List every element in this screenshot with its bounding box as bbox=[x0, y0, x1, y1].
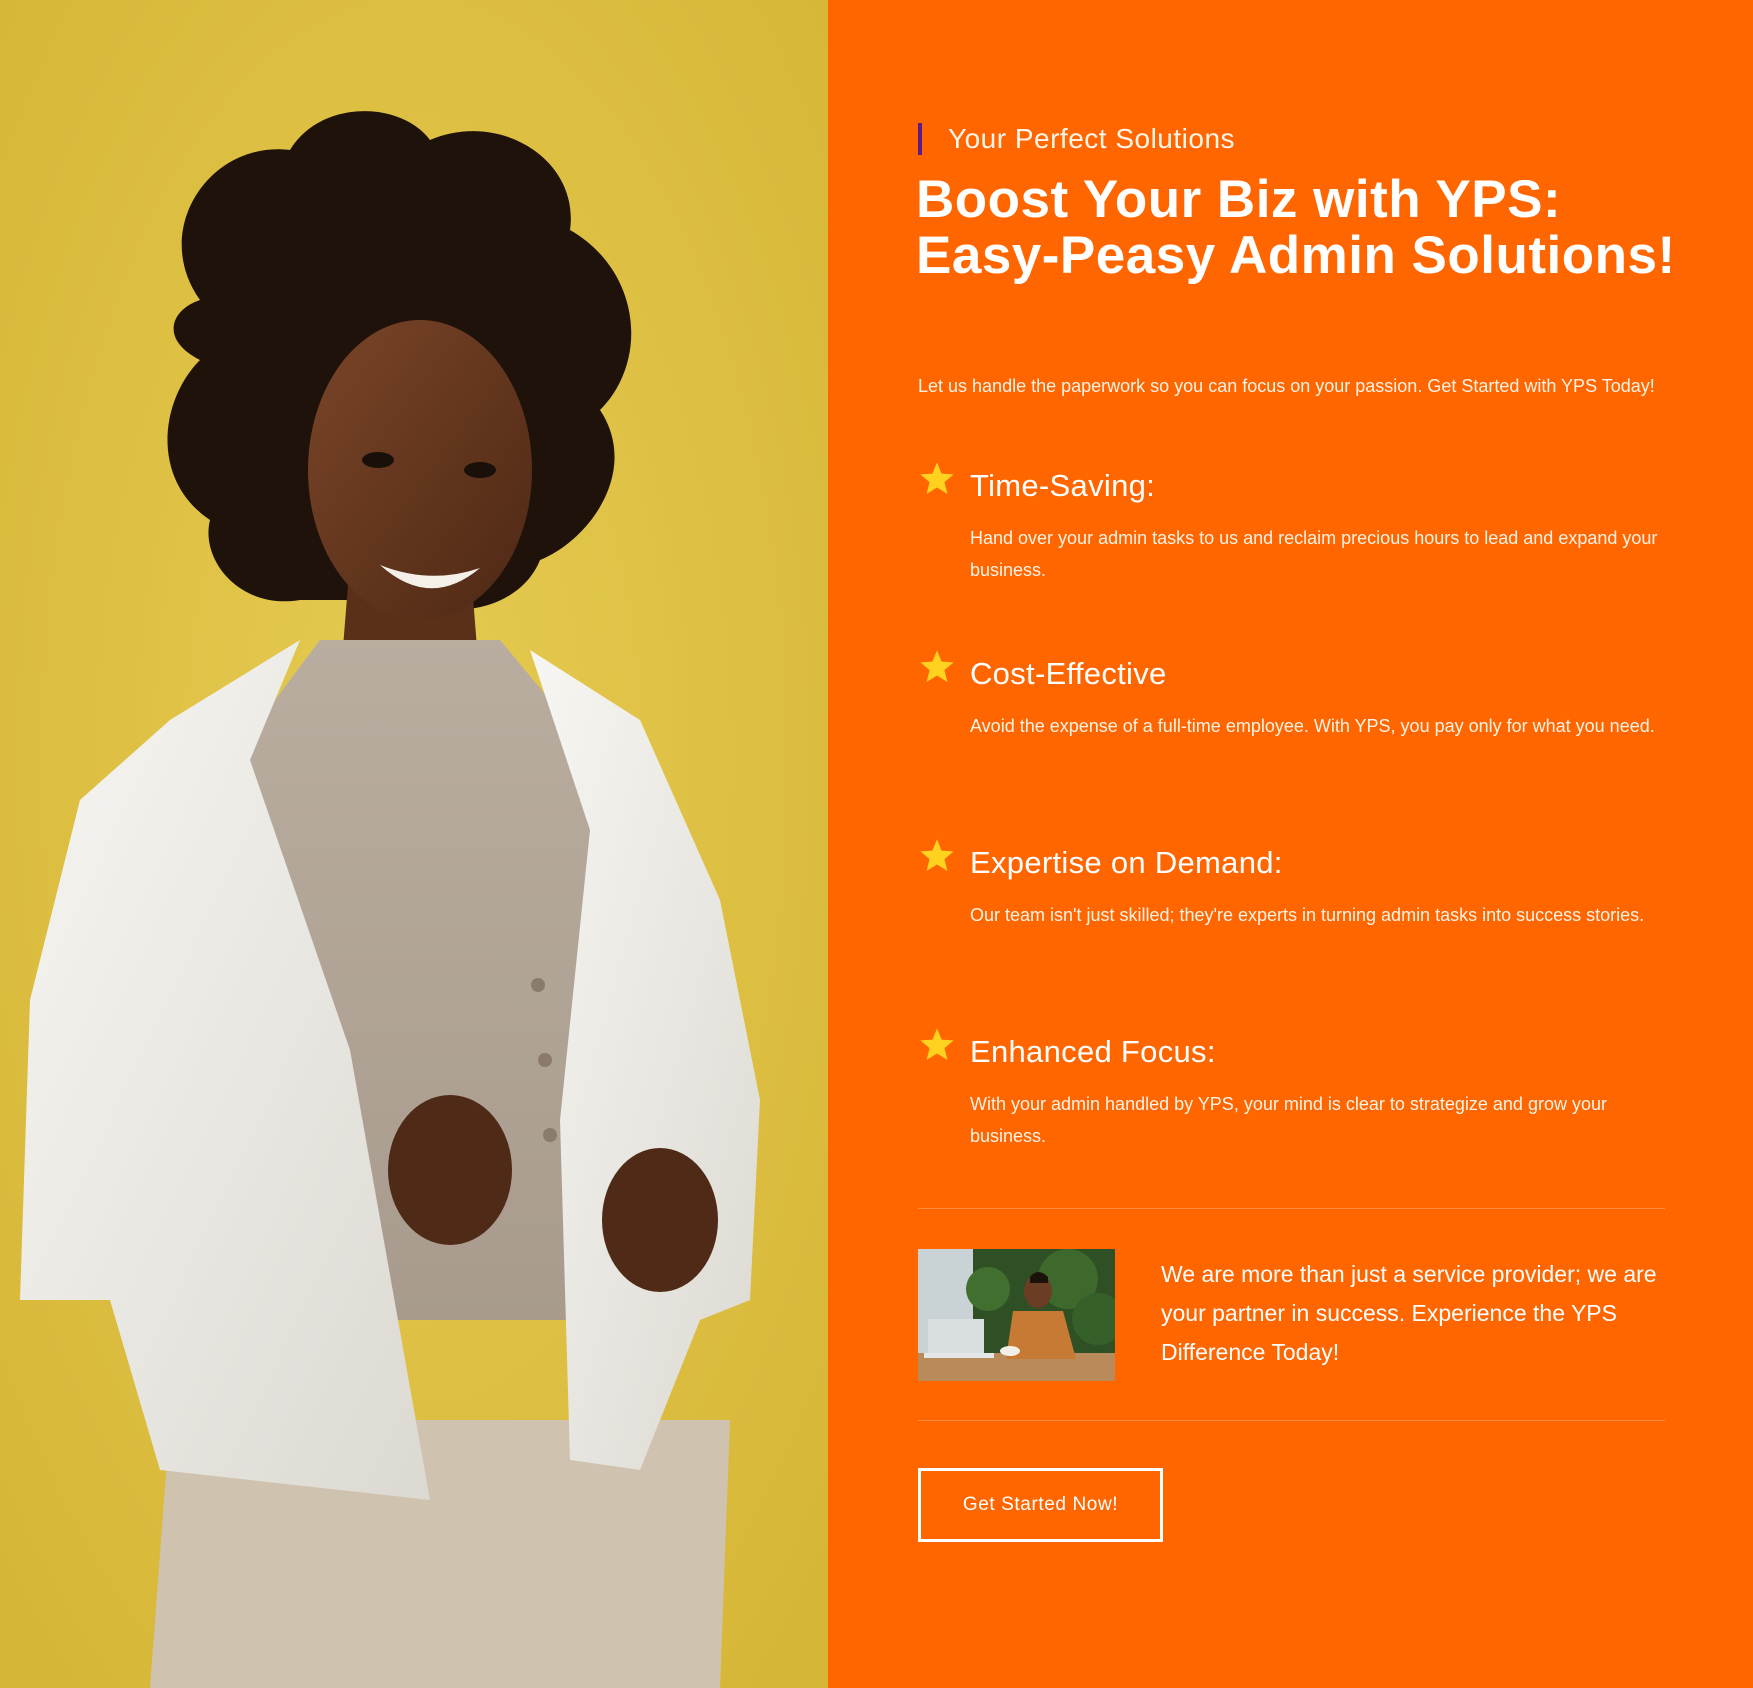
promo-image bbox=[918, 1249, 1115, 1381]
man-with-laptop-image bbox=[918, 1249, 1115, 1381]
star-icon bbox=[920, 462, 954, 495]
eyebrow-accent-bar bbox=[918, 123, 922, 155]
feature-description: Our team isn't just skilled; they're exp… bbox=[970, 905, 1645, 925]
feature-title: Cost-Effective bbox=[970, 656, 1167, 691]
star-icon bbox=[920, 1028, 954, 1061]
woman-portrait-image bbox=[0, 0, 828, 1688]
divider bbox=[918, 1208, 1665, 1209]
eyebrow: Your Perfect Solutions bbox=[918, 122, 1235, 156]
star-icon bbox=[920, 839, 954, 872]
feature-description: Hand over your admin tasks to us and rec… bbox=[970, 528, 1658, 580]
feature-title: Time-Saving: bbox=[970, 468, 1156, 503]
hero-photo bbox=[0, 0, 828, 1688]
promo-text: We are more than just a service provider… bbox=[1161, 1261, 1657, 1365]
intro-text: Let us handle the paperwork so you can f… bbox=[918, 376, 1655, 396]
star-icon bbox=[920, 650, 954, 683]
feature-description: Avoid the expense of a full-time employe… bbox=[970, 716, 1655, 736]
content-panel: Your Perfect Solutions Boost Your Biz wi… bbox=[828, 0, 1753, 1688]
feature-description: With your admin handled by YPS, your min… bbox=[970, 1094, 1607, 1146]
page-headline: Boost Your Biz with YPS: Easy-Peasy Admi… bbox=[916, 170, 1676, 285]
eyebrow-text: Your Perfect Solutions bbox=[948, 123, 1236, 154]
feature-title: Enhanced Focus: bbox=[970, 1034, 1216, 1069]
divider bbox=[918, 1420, 1665, 1421]
get-started-button[interactable]: Get Started Now! bbox=[918, 1468, 1163, 1542]
feature-title: Expertise on Demand: bbox=[970, 845, 1283, 880]
